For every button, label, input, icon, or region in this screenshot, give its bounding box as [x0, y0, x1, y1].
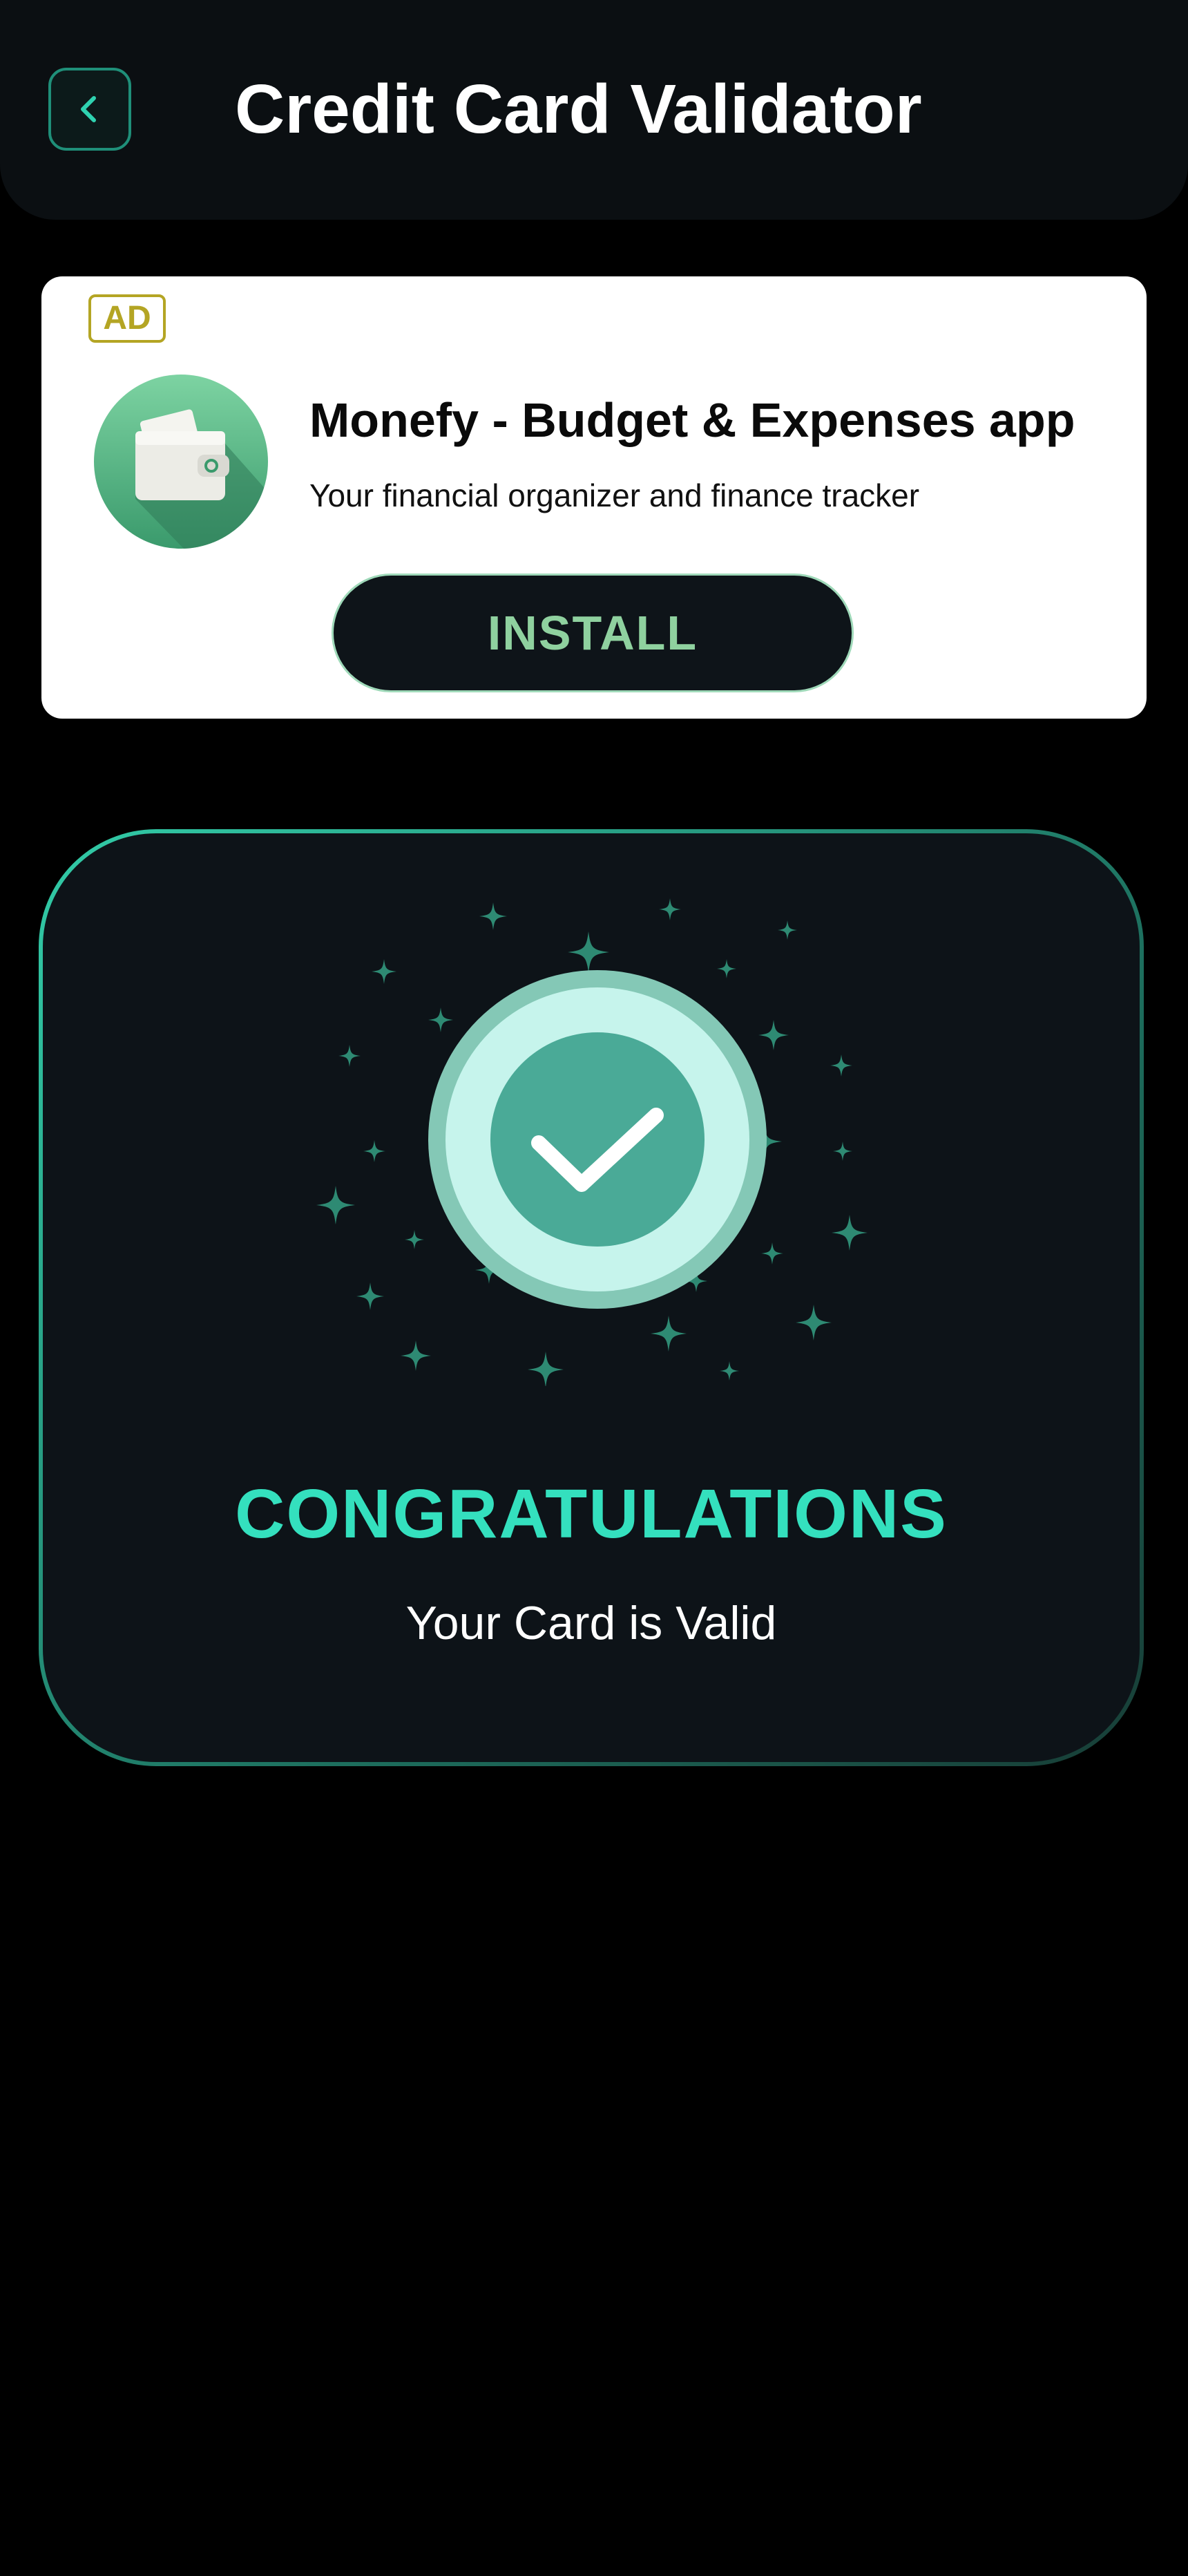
ad-banner[interactable]: AD Monefy - Budget & Expenses app Your f… — [41, 276, 1147, 719]
chevron-left-icon — [81, 96, 96, 122]
check-icon — [428, 970, 767, 1309]
validation-status: Your Card is Valid — [405, 1597, 777, 1649]
install-button[interactable]: INSTALL — [332, 574, 854, 692]
ad-description: Your financial organizer and finance tra… — [309, 477, 920, 513]
congratulations-heading: CONGRATULATIONS — [235, 1475, 948, 1553]
result-card: CONGRATULATIONS Your Card is Valid — [39, 829, 1144, 1766]
app-header: Credit Card Validator — [0, 0, 1188, 220]
ad-app-name: Monefy - Budget & Expenses app — [309, 393, 1075, 447]
ad-badge: AD — [88, 294, 166, 343]
back-button[interactable] — [48, 68, 131, 151]
wallet-icon — [94, 375, 268, 549]
page-title: Credit Card Validator — [235, 70, 922, 148]
